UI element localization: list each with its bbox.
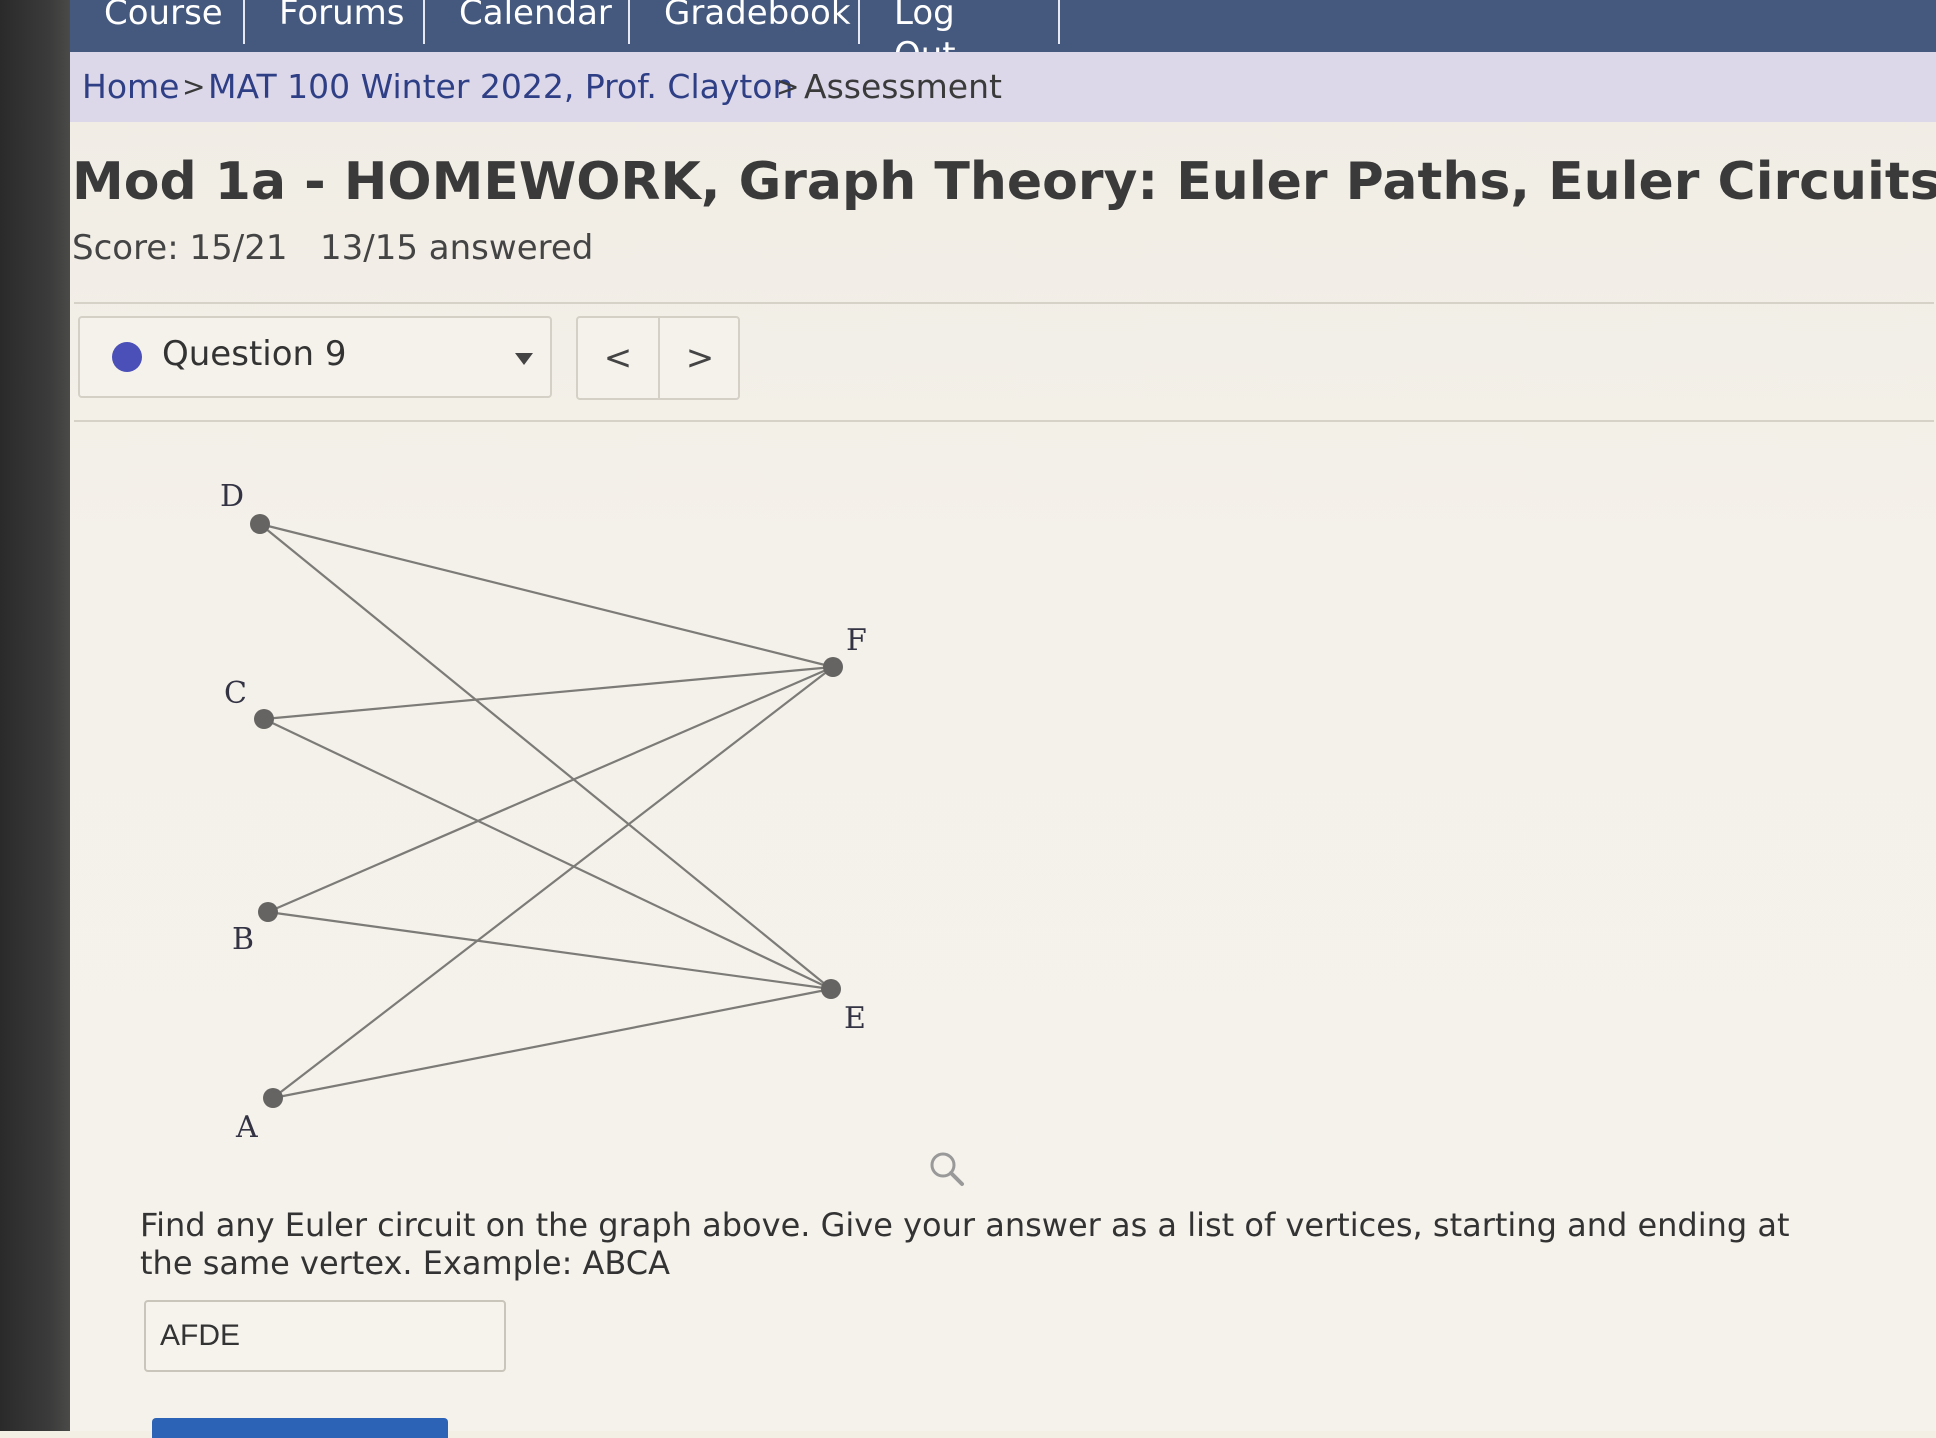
answer-input[interactable]: AFDE	[144, 1300, 506, 1372]
submit-button[interactable]	[152, 1418, 448, 1438]
edge-b-f	[267, 665, 834, 914]
edge-d-e	[259, 523, 832, 990]
vertex-a	[263, 1088, 283, 1108]
edge-c-f	[263, 665, 834, 721]
vertex-f	[823, 657, 843, 677]
graph-edges	[259, 522, 834, 1100]
page: Course Forums Calendar Gradebook Log Out…	[70, 0, 1936, 1438]
vertex-c	[254, 709, 274, 729]
vertex-label-e: E	[844, 1001, 866, 1036]
vertex-e	[821, 979, 841, 999]
vertex-label-f: F	[846, 623, 867, 658]
vertex-label-c: C	[224, 676, 247, 711]
edge-b-e	[267, 910, 832, 991]
vertex-label-d: D	[220, 479, 244, 514]
vertex-d	[250, 514, 270, 534]
graph-vertices	[250, 514, 843, 1108]
vertex-label-b: B	[232, 922, 254, 957]
vertex-b	[258, 902, 278, 922]
question-prompt: Find any Euler circuit on the graph abov…	[140, 1206, 1790, 1282]
edge-d-f	[259, 522, 834, 669]
vertex-label-a: A	[235, 1110, 258, 1145]
edge-a-e	[272, 987, 832, 1100]
screen-bezel	[0, 0, 70, 1431]
edge-a-f	[272, 666, 834, 1099]
zoom-icon[interactable]	[928, 1150, 968, 1190]
euler-graph: D C B A F E	[220, 479, 867, 1145]
